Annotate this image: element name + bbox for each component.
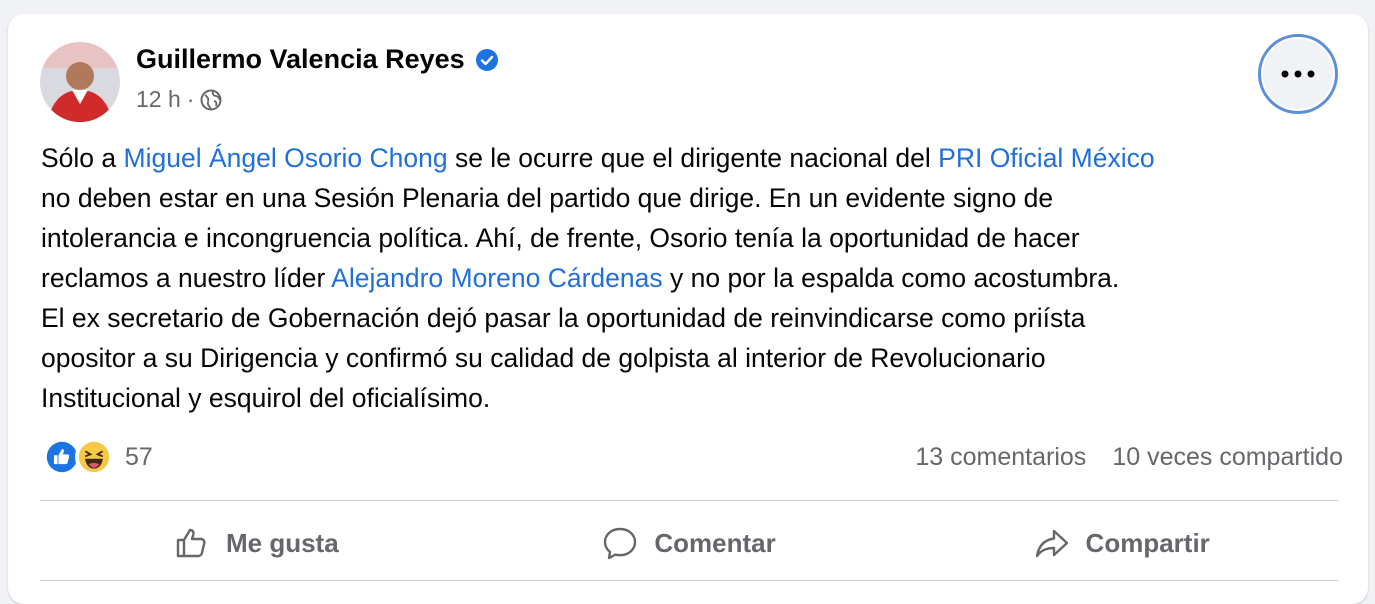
haha-reaction-icon [75, 438, 113, 476]
post-time[interactable]: 12 h [136, 86, 181, 113]
share-button[interactable]: Compartir [905, 510, 1338, 576]
author-name-row: Guillermo Valencia Reyes [136, 44, 499, 75]
comment-label: Comentar [654, 527, 776, 558]
like-button[interactable]: Me gusta [40, 510, 473, 576]
mention-link[interactable]: PRI Oficial México [938, 143, 1154, 173]
post-text-segment: opositor a su Dirigencia y confirmó su c… [41, 343, 1046, 373]
actions-divider-top [40, 500, 1338, 501]
post-text-segment: no deben estar en una Sesión Plenaria de… [41, 183, 1054, 213]
post-text-segment: intolerancia e incongruencia política. A… [41, 223, 1080, 253]
post-text-segment: se le ocurre que el dirigente nacional d… [447, 143, 939, 173]
more-options-button[interactable] [1258, 34, 1338, 114]
post-actions-bar: Me gusta Comentar Compartir [40, 510, 1338, 576]
share-label: Compartir [1085, 527, 1210, 558]
comments-count-link[interactable]: 13 comentarios [915, 443, 1086, 472]
post-text-line: Institucional y esquirol del oficialísim… [41, 378, 1336, 418]
post-meta: 12 h · [136, 86, 222, 113]
post-text-line: no deben estar en una Sesión Plenaria de… [41, 178, 1336, 218]
author-name[interactable]: Guillermo Valencia Reyes [136, 44, 465, 75]
post-text-line: Sólo a Miguel Ángel Osorio Chong se le o… [41, 138, 1336, 178]
post-text-line: opositor a su Dirigencia y confirmó su c… [41, 338, 1336, 378]
post-text-segment: reclamos a nuestro líder [41, 263, 332, 293]
post-text-segment: Institucional y esquirol del oficialísim… [41, 383, 491, 413]
more-dots-icon [1281, 70, 1315, 78]
post-text: Sólo a Miguel Ángel Osorio Chong se le o… [41, 138, 1336, 418]
post-text-line: reclamos a nuestro líder Alejandro Moren… [41, 258, 1336, 298]
author-avatar[interactable] [40, 42, 120, 122]
comment-button[interactable]: Comentar [473, 510, 906, 576]
more-options-inner [1263, 39, 1333, 109]
globe-icon[interactable] [200, 89, 222, 111]
post-text-segment: Sólo a [41, 143, 124, 173]
meta-separator: · [186, 86, 195, 112]
reactions-summary[interactable]: 57 [43, 438, 153, 476]
comment-bubble-icon [604, 527, 637, 560]
mention-link[interactable]: Alejandro Moreno Cárdenas [331, 263, 662, 293]
post-text-line: El ex secretario de Gobernación dejó pas… [41, 298, 1336, 338]
reaction-count: 57 [125, 442, 153, 471]
post-text-segment: El ex secretario de Gobernación dejó pas… [41, 303, 1086, 333]
like-label: Me gusta [225, 527, 339, 558]
actions-divider-bottom [40, 580, 1338, 581]
mention-link[interactable]: Miguel Ángel Osorio Chong [124, 143, 448, 173]
post-text-line: intolerancia e incongruencia política. A… [41, 218, 1336, 258]
post-text-segment: y no por la espalda como acostumbra. [662, 263, 1120, 293]
engagement-counts: 13 comentarios 10 veces compartido [915, 443, 1343, 472]
shares-count-link[interactable]: 10 veces compartido [1112, 443, 1343, 472]
verified-badge-icon [475, 48, 498, 71]
share-arrow-icon [1035, 529, 1068, 558]
avatar-image [40, 42, 120, 122]
thumbs-up-icon [176, 528, 206, 558]
